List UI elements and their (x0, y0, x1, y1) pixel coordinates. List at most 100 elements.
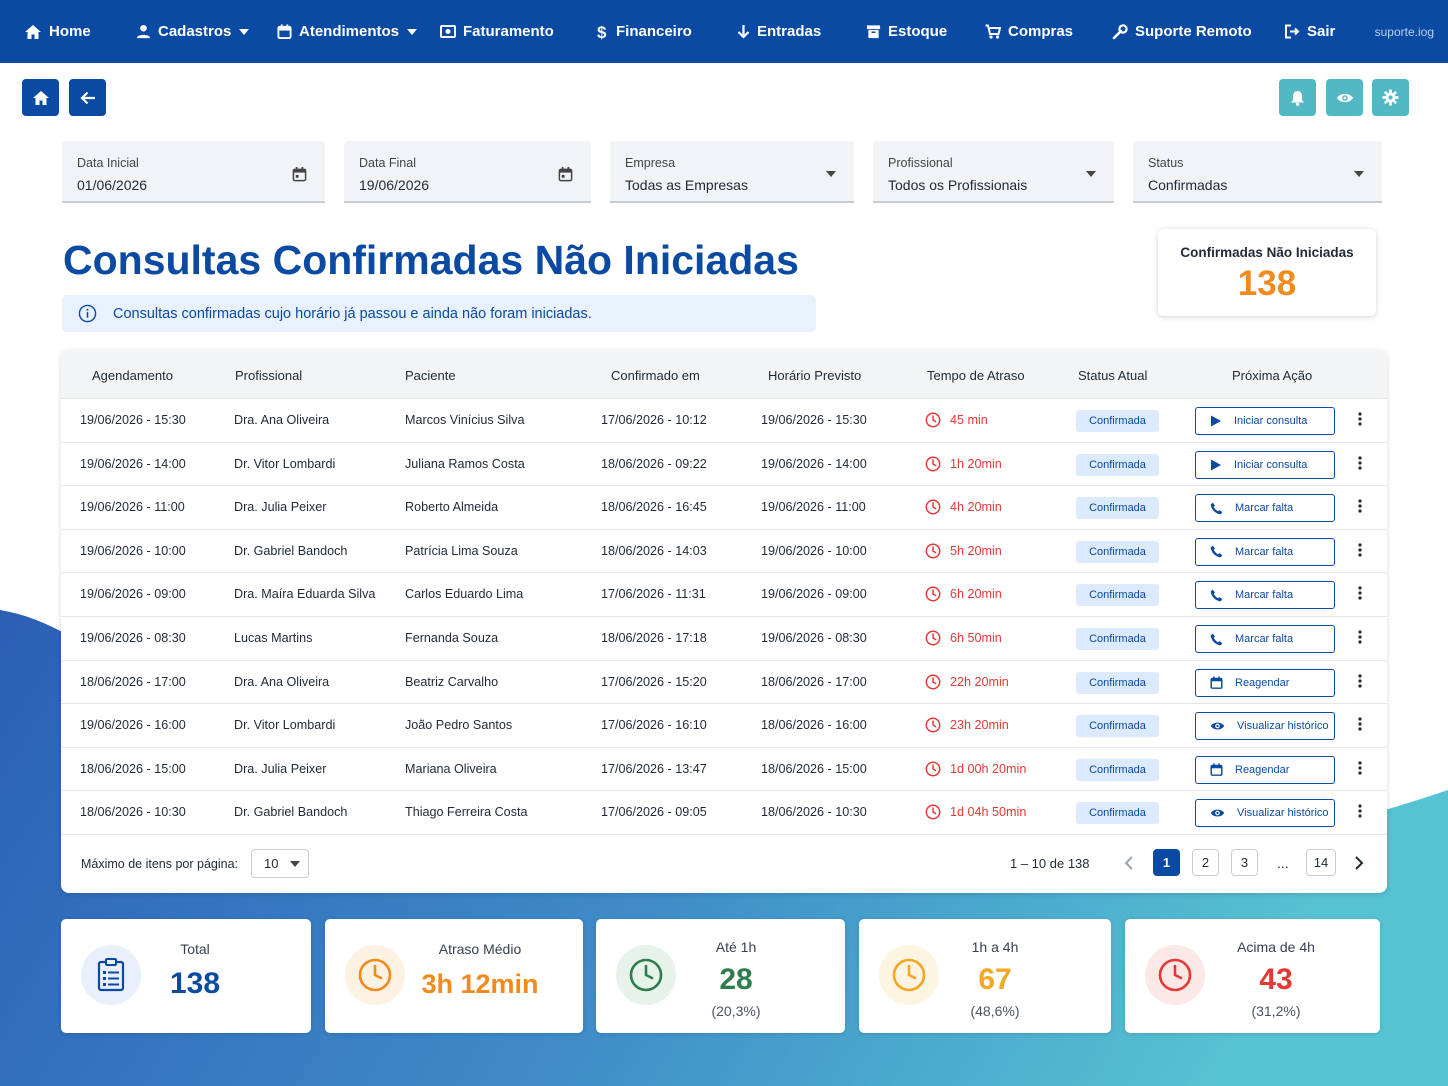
settings-button[interactable] (1372, 79, 1409, 116)
filter-status[interactable]: Status Confirmadas (1133, 141, 1382, 203)
status-badge: Confirmada (1076, 410, 1159, 432)
row-menu-button[interactable] (1358, 673, 1362, 693)
col-header[interactable]: Profissional (235, 368, 302, 383)
nav-item-faturamento[interactable]: Faturamento (440, 0, 554, 63)
nav-item-compras[interactable]: Compras (985, 0, 1073, 63)
next-action-button[interactable]: Marcar falta (1195, 494, 1335, 523)
row-menu-button[interactable] (1358, 717, 1362, 736)
cell-agendamento: 18/06/2026 - 15:00 (80, 761, 186, 776)
stat-label: 1h a 4h (971, 939, 1019, 955)
page-button-last[interactable]: 14 (1306, 849, 1336, 876)
next-action-button[interactable]: Visualizar histórico (1195, 712, 1335, 741)
box-icon (866, 25, 881, 39)
page-button-2[interactable]: 2 (1192, 849, 1219, 876)
eye-icon (1336, 93, 1353, 102)
row-menu-button[interactable] (1358, 543, 1362, 562)
delay-text: 4h 20min (950, 500, 1002, 515)
cell-previsto: 19/06/2026 - 10:00 (761, 543, 867, 558)
cell-paciente: Marcos Vinícius Silva (405, 413, 525, 427)
wrench-icon (1112, 23, 1128, 39)
next-action-button[interactable]: Iniciar consulta (1195, 450, 1335, 479)
nav-label: Home (49, 23, 91, 40)
chevron-right-icon[interactable] (1354, 855, 1364, 871)
table-row[interactable]: 18/06/2026 - 15:00 Dra. Julia Peixer Maria… (61, 748, 1387, 792)
chevron-left-icon[interactable] (1124, 855, 1134, 871)
home-button[interactable] (22, 79, 59, 116)
nav-item-cadastros[interactable]: Cadastros (136, 0, 250, 63)
cell-confirmado: 18/06/2026 - 09:22 (601, 456, 707, 471)
col-header[interactable]: Próxima Ação (1232, 368, 1312, 383)
table-row[interactable]: 18/06/2026 - 10:30 Dr. Gabriel Bandoch Thi… (61, 791, 1387, 835)
cell-confirmado: 17/06/2026 - 11:31 (601, 587, 706, 602)
next-action-button[interactable]: Marcar falta (1195, 581, 1335, 610)
col-header[interactable]: Confirmado em (611, 368, 700, 383)
table-row[interactable]: 19/06/2026 - 16:00 Dr. Vitor Lombardi João… (61, 704, 1387, 748)
nav-item-atendimentos[interactable]: Atendimentos (277, 0, 418, 63)
filter-data-inicial[interactable]: Data Inicial 01/06/2026 (62, 141, 325, 203)
nav-item-estoque[interactable]: Estoque (866, 0, 947, 63)
filter-data-final[interactable]: Data Final 19/06/2026 (344, 141, 591, 203)
svg-text:$: $ (597, 24, 607, 40)
col-header[interactable]: Horário Previsto (768, 368, 861, 383)
row-menu-button[interactable] (1358, 630, 1362, 649)
table-row[interactable]: 19/06/2026 - 11:00 Dra. Julia Peixer Rober… (61, 486, 1387, 530)
next-action-button[interactable]: Reagendar (1195, 755, 1335, 784)
nav-item-home[interactable]: Home (24, 0, 91, 63)
nav-item-financeiro[interactable]: $ Financeiro (597, 0, 692, 63)
page-button-1[interactable]: 1 (1153, 849, 1180, 876)
nav-item-entradas[interactable]: Entradas (737, 0, 821, 63)
next-action-button[interactable]: Marcar falta (1195, 537, 1335, 566)
status-badge: Confirmada (1076, 671, 1159, 694)
more-vert-icon (1358, 673, 1362, 688)
visibility-button[interactable] (1326, 79, 1363, 116)
next-action-button[interactable]: Visualizar histórico (1195, 799, 1335, 828)
back-button[interactable] (69, 79, 106, 116)
page-title: Consultas Confirmadas Não Iniciadas (63, 237, 799, 283)
notifications-button[interactable] (1279, 79, 1316, 116)
cell-confirmado: 17/06/2026 - 10:12 (601, 413, 707, 427)
table-row[interactable]: 19/06/2026 - 10:00 Dr. Gabriel Bandoch Pat… (61, 530, 1387, 574)
table-row[interactable]: 18/06/2026 - 17:00 Dra. Ana Oliveira Beatr… (61, 661, 1387, 705)
stat-label: Total (180, 941, 210, 957)
col-header[interactable]: Agendamento (92, 368, 173, 383)
next-action-button[interactable]: Iniciar consulta (1195, 407, 1335, 435)
cell-agendamento: 19/06/2026 - 09:00 (80, 587, 186, 602)
filter-label: Empresa (625, 156, 676, 170)
row-menu-button[interactable] (1358, 761, 1362, 780)
col-header[interactable]: Tempo de Atraso (927, 368, 1025, 383)
row-menu-button[interactable] (1358, 412, 1362, 431)
stat-label: Até 1h (715, 939, 757, 955)
action-label: Marcar falta (1235, 589, 1294, 602)
row-menu-button[interactable] (1358, 586, 1362, 605)
row-menu-button[interactable] (1358, 804, 1362, 823)
per-page-select[interactable]: 10 (251, 849, 309, 878)
table-row[interactable]: 19/06/2026 - 08:30 Lucas Martins Fernanda … (61, 617, 1387, 661)
filter-empresa[interactable]: Empresa Todas as Empresas (610, 141, 854, 203)
cell-profissional: Lucas Martins (234, 631, 313, 645)
cell-profissional: Dra. Julia Peixer (234, 761, 327, 776)
nav-item-sair[interactable]: Sair (1284, 0, 1335, 63)
info-banner: Consultas confirmadas cujo horário já pa… (62, 295, 816, 332)
chevron-down-icon (1354, 171, 1364, 177)
next-action-button[interactable]: Marcar falta (1195, 625, 1335, 653)
row-menu-button[interactable] (1358, 455, 1362, 475)
filter-profissional[interactable]: Profissional Todos os Profissionais (873, 141, 1114, 203)
row-menu-button[interactable] (1358, 499, 1362, 518)
next-action-button[interactable]: Reagendar (1195, 668, 1335, 697)
stat-percentage: (48,6%) (970, 1003, 1020, 1019)
stat-percentage: (20,3%) (711, 1003, 761, 1019)
nav-item-suporte-remoto[interactable]: Suporte Remoto (1112, 0, 1252, 63)
calendar-icon[interactable] (558, 166, 573, 182)
table-row[interactable]: 19/06/2026 - 09:00 Dra. Maíra Eduarda Sil… (61, 573, 1387, 617)
arrow-left-icon (79, 91, 95, 104)
col-header[interactable]: Status Atual (1078, 368, 1147, 383)
calendar-icon[interactable] (292, 166, 307, 182)
page-button-3[interactable]: 3 (1231, 849, 1258, 876)
stat-label: Acima de 4h (1237, 939, 1315, 955)
table-row[interactable]: 19/06/2026 - 15:30 Dra. Ana Oliveira Marco… (61, 399, 1387, 443)
action-label: Iniciar consulta (1234, 458, 1308, 471)
cell-agendamento: 19/06/2026 - 11:00 (80, 500, 185, 515)
table-row[interactable]: 19/06/2026 - 14:00 Dr. Vitor Lombardi Juli… (61, 443, 1387, 487)
col-header[interactable]: Paciente (405, 368, 456, 383)
cell-confirmado: 18/06/2026 - 17:18 (601, 631, 707, 645)
